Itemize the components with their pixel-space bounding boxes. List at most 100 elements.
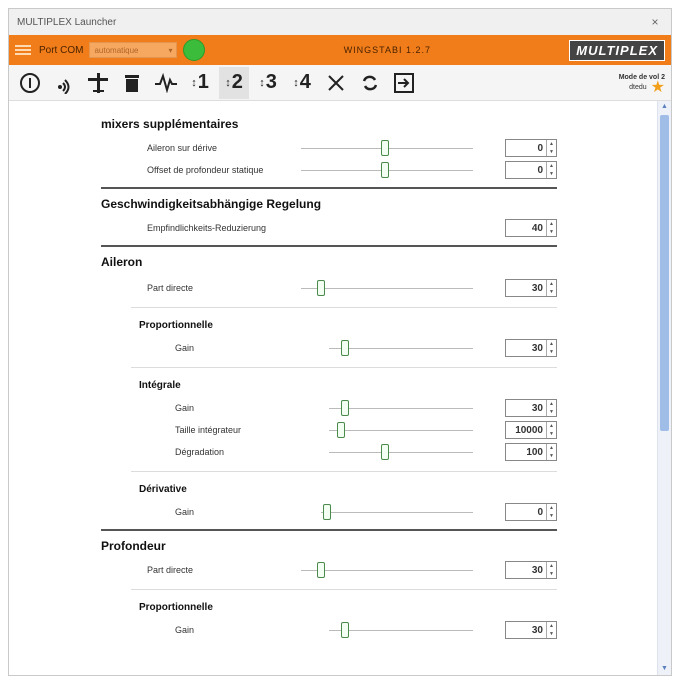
slider-thumb[interactable] — [381, 140, 389, 156]
plane-icon[interactable] — [83, 67, 113, 99]
section-mixers: mixers supplémentaires Aileron sur dériv… — [101, 117, 557, 189]
port-com-select[interactable]: automatique ▾ — [89, 42, 178, 58]
port-com-value: automatique — [94, 45, 139, 55]
setting-label: Gain — [175, 403, 195, 413]
setting-row: Gain 30 ▲ ▼ — [101, 397, 557, 419]
value-spinner[interactable]: 0 ▲ ▼ — [505, 139, 557, 157]
menu-icon[interactable] — [15, 45, 31, 55]
slider-thumb[interactable] — [317, 280, 325, 296]
slider-track[interactable] — [329, 430, 473, 431]
subsection-title: Dérivative — [139, 484, 187, 495]
divider — [131, 471, 557, 472]
slider-thumb[interactable] — [381, 162, 389, 178]
slider-track[interactable] — [321, 512, 473, 513]
connection-status-icon — [183, 39, 206, 61]
tab-4[interactable]: ↕ 4 — [287, 67, 317, 99]
launcher-window: MULTIPLEX Launcher × Port COM automatiqu… — [8, 8, 672, 676]
setting-row: Part directe 30 ▲ ▼ — [101, 277, 557, 299]
divider — [131, 589, 557, 590]
app-header: Port COM automatique ▾ WINGSTABI 1.2.7 M… — [9, 35, 671, 65]
tab-3[interactable]: ↕ 3 — [253, 67, 283, 99]
value-spinner[interactable]: 10000 ▲ ▼ — [505, 421, 557, 439]
setting-row: Part directe 30 ▲ ▼ — [101, 559, 557, 581]
tab-2[interactable]: ↕ 2 — [219, 66, 249, 99]
section-title: Aileron — [101, 255, 143, 269]
scroll-down-icon[interactable]: ▼ — [658, 663, 671, 675]
slider-track[interactable] — [329, 452, 473, 453]
tools-icon[interactable] — [321, 67, 351, 99]
setting-row: Empfindlichkeits-Reduzierung 40 ▲ ▼ — [101, 217, 557, 239]
section-title: Geschwindigkeitsabhängige Regelung — [101, 197, 322, 211]
chevron-down-icon: ▾ — [168, 45, 173, 55]
setting-label: Aileron sur dérive — [147, 143, 218, 153]
subsection-title: Intégrale — [139, 380, 181, 391]
setting-label: Taille intégrateur — [175, 425, 242, 435]
divider — [131, 367, 557, 368]
setting-label: Offset de profondeur statique — [147, 165, 264, 175]
divider — [101, 245, 557, 247]
settings-panel: mixers supplémentaires Aileron sur dériv… — [9, 101, 659, 675]
value-spinner[interactable]: 30 ▲ ▼ — [505, 621, 557, 639]
section-aileron: Aileron Part directe 30 ▲ ▼ Proportionnell… — [101, 255, 557, 531]
value-spinner[interactable]: 40 ▲ ▼ — [505, 219, 557, 237]
flight-mode-sub: dtedu — [629, 83, 647, 91]
slider-track[interactable] — [329, 408, 473, 409]
section-profondeur: Profondeur Part directe 30 ▲ ▼ Proportionn… — [101, 539, 557, 641]
slider-thumb[interactable] — [341, 400, 349, 416]
setting-label: Gain — [175, 343, 195, 353]
scroll-up-icon[interactable]: ▲ — [658, 101, 671, 113]
flight-mode-indicator: Mode de vol 2 dtedu ★ — [619, 73, 665, 96]
slider-thumb[interactable] — [317, 562, 325, 578]
brand-logo: MULTIPLEX — [569, 39, 665, 61]
slider-thumb[interactable] — [341, 340, 349, 356]
pulse-icon[interactable] — [151, 67, 181, 99]
divider — [131, 307, 557, 308]
setting-label: Part directe — [147, 565, 194, 575]
star-icon[interactable]: ★ — [651, 79, 665, 95]
setting-row: Offset de profondeur statique 0 ▲ ▼ — [101, 159, 557, 181]
slider-track[interactable] — [301, 288, 473, 289]
trash-icon[interactable] — [117, 67, 147, 99]
refresh-icon[interactable] — [355, 67, 385, 99]
vertical-scrollbar[interactable]: ▲ ▼ — [657, 101, 671, 675]
tab-1[interactable]: ↕ 1 — [185, 67, 215, 99]
export-icon[interactable] — [389, 67, 419, 99]
subsection-title: Proportionnelle — [139, 320, 213, 331]
value-spinner[interactable]: 30 ▲ ▼ — [505, 561, 557, 579]
slider-track[interactable] — [301, 570, 473, 571]
scroll-thumb[interactable] — [660, 115, 669, 431]
section-regelung: Geschwindigkeitsabhängige Regelung Empfi… — [101, 197, 557, 247]
slider-thumb[interactable] — [341, 622, 349, 638]
slider-track[interactable] — [329, 630, 473, 631]
port-com-label: Port COM — [39, 44, 84, 56]
setting-row: Aileron sur dérive 0 ▲ ▼ — [101, 137, 557, 159]
value-spinner[interactable]: 0 ▲ ▼ — [505, 161, 557, 179]
window-title: MULTIPLEX Launcher — [17, 16, 117, 28]
title-bar: MULTIPLEX Launcher × — [9, 9, 671, 35]
section-title: Profondeur — [101, 539, 166, 553]
setting-row: Gain 30 ▲ ▼ — [101, 619, 557, 641]
value-spinner[interactable]: 30 ▲ ▼ — [505, 279, 557, 297]
setting-label: Gain — [175, 625, 195, 635]
value-spinner[interactable]: 100 ▲ ▼ — [505, 443, 557, 461]
app-title: WINGSTABI 1.2.7 — [343, 45, 432, 55]
setting-label: Empfindlichkeits-Reduzierung — [147, 223, 267, 233]
setting-row: Taille intégrateur 10000 ▲ ▼ — [101, 419, 557, 441]
close-icon[interactable]: × — [647, 15, 663, 29]
value-spinner[interactable]: 30 ▲ ▼ — [505, 399, 557, 417]
subsection-title: Proportionnelle — [139, 602, 213, 613]
setting-row: Gain 0 ▲ ▼ — [101, 501, 557, 523]
slider-thumb[interactable] — [323, 504, 331, 520]
slider-track[interactable] — [329, 348, 473, 349]
slider-thumb[interactable] — [337, 422, 345, 438]
setting-label: Part directe — [147, 283, 194, 293]
value-spinner[interactable]: 0 ▲ ▼ — [505, 503, 557, 521]
divider — [101, 529, 557, 531]
toolbar: ↕ 1 ↕ 2 ↕ 3 ↕ 4 Mode de vol 2 dtedu ★ — [9, 65, 671, 101]
divider — [101, 187, 557, 189]
info-icon[interactable] — [15, 67, 45, 99]
section-title: mixers supplémentaires — [101, 117, 239, 131]
value-spinner[interactable]: 30 ▲ ▼ — [505, 339, 557, 357]
slider-thumb[interactable] — [381, 444, 389, 460]
radio-signal-icon[interactable] — [49, 67, 79, 99]
